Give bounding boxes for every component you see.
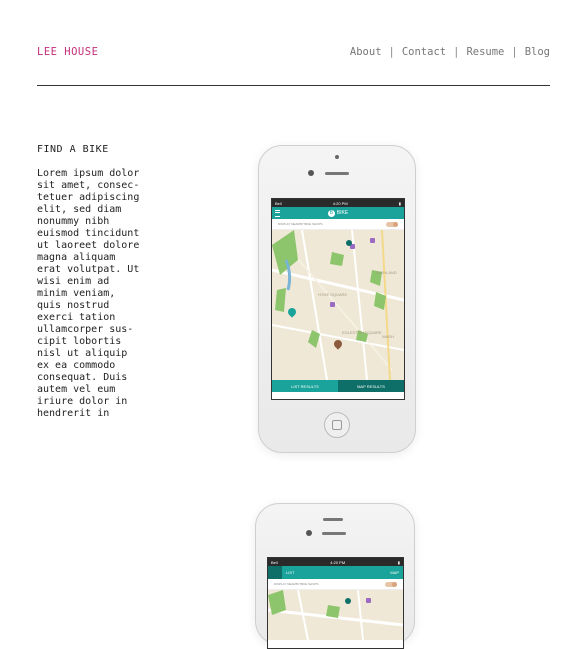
app-title: BIKE [336, 210, 349, 216]
map-graphic [272, 230, 404, 380]
tab-map-results[interactable]: MAP RESULTS [338, 380, 404, 392]
phone-speaker [322, 532, 346, 535]
map-label-highland: HIGHLAND [376, 270, 397, 275]
bike-shop-toggle-row: DISPLAY NEARBY BIKE SHOPS [268, 579, 403, 590]
map-label-wash: WASH [382, 334, 394, 339]
phone-mockup-map: Bell 4:20 PM ▮ B BIKE DISPLAY NEARBY BIK… [258, 145, 416, 453]
main-nav: About | Contact | Resume | Blog [350, 46, 550, 58]
nav-link-blog[interactable]: Blog [525, 46, 550, 58]
map-graphic [268, 590, 403, 640]
nav-separator: | [388, 46, 395, 58]
app-screen: Bell 4:20 PM ▮ LIST MAP DISPLAY NEARBY B… [267, 557, 404, 649]
tab-list[interactable]: LIST [286, 570, 294, 575]
project-title: FIND A BIKE [37, 144, 109, 155]
phone-sensor [335, 155, 339, 159]
menu-icon[interactable] [275, 210, 280, 217]
phone-speaker [325, 172, 349, 175]
current-location-icon [346, 240, 352, 246]
menu-icon[interactable] [268, 566, 282, 579]
tab-map-label: MAP RESULTS [357, 383, 385, 389]
project-description: Lorem ipsum dolor sit amet, consec- tetu… [37, 168, 140, 419]
clock-label: 4:20 PM [332, 200, 348, 206]
nav-link-about[interactable]: About [350, 46, 382, 58]
app-logo-icon: B [327, 209, 335, 217]
battery-icon: ▮ [398, 200, 401, 206]
status-bar: Bell 4:20 PM ▮ [272, 199, 404, 207]
status-bar: Bell 4:20 PM ▮ [268, 558, 403, 566]
bike-shop-toggle[interactable] [385, 581, 397, 587]
app-screen: Bell 4:20 PM ▮ B BIKE DISPLAY NEARBY BIK… [271, 198, 405, 400]
bike-shop-marker-icon[interactable] [370, 238, 375, 243]
bike-shop-toggle[interactable] [386, 221, 398, 227]
phone-speaker [323, 518, 343, 521]
nav-link-contact[interactable]: Contact [402, 46, 446, 58]
carrier-label: Bell [271, 559, 278, 565]
nav-link-resume[interactable]: Resume [466, 46, 504, 58]
tab-list-results[interactable]: LIST RESULTS [272, 380, 338, 392]
phone-mockup-list: Bell 4:20 PM ▮ LIST MAP DISPLAY NEARBY B… [255, 503, 415, 649]
phone-camera [306, 530, 312, 536]
map-label-egleston-square: EGLESTON SQUARE [342, 330, 382, 335]
phone-camera [308, 170, 314, 176]
toggle-label: DISPLAY NEARBY BIKE SHOPS [274, 582, 319, 586]
header-divider [37, 85, 550, 86]
battery-icon: ▮ [397, 559, 400, 565]
nav-separator: | [453, 46, 460, 58]
map-view[interactable] [268, 590, 403, 640]
carrier-label: Bell [275, 200, 282, 206]
map-view[interactable]: HYDE SQUARE EGLESTON SQUARE HIGHLAND WAS… [272, 230, 404, 380]
tab-list-label: LIST RESULTS [291, 383, 319, 389]
current-location-icon [345, 598, 351, 604]
clock-label: 4:20 PM [330, 559, 346, 565]
nav-separator: | [511, 46, 518, 58]
tab-map[interactable]: MAP [390, 570, 399, 575]
results-tabs: LIST RESULTS MAP RESULTS [272, 380, 404, 392]
bike-shop-toggle-row: DISPLAY NEARBY BIKE SHOPS [272, 219, 404, 230]
site-logo[interactable]: LEE HOUSE [37, 46, 98, 58]
home-button [324, 412, 350, 438]
bike-shop-marker-icon[interactable] [330, 302, 335, 307]
app-bar: B BIKE [272, 207, 404, 219]
bike-shop-marker-icon[interactable] [366, 598, 371, 603]
app-bar: LIST MAP [268, 566, 403, 579]
map-label-hyde-square: HYDE SQUARE [318, 292, 348, 297]
toggle-label: DISPLAY NEARBY BIKE SHOPS [278, 222, 323, 226]
